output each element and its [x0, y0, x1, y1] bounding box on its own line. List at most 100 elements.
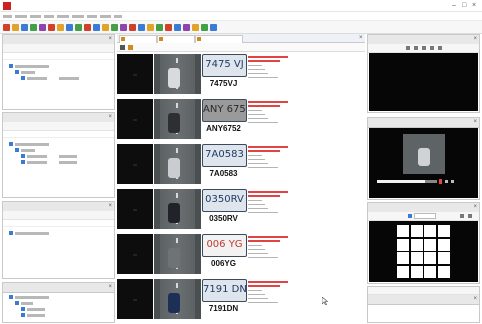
toolbar-button-1[interactable] — [3, 24, 10, 31]
toolbar-icon[interactable] — [460, 214, 464, 218]
layout-icon[interactable] — [408, 214, 412, 218]
toolbar-button-20[interactable] — [174, 24, 181, 31]
video-cell[interactable] — [424, 225, 436, 237]
toolbar-button-11[interactable] — [93, 24, 100, 31]
video-cell[interactable] — [410, 238, 423, 251]
toolbar-button-9[interactable] — [75, 24, 82, 31]
video-cell[interactable] — [410, 252, 423, 264]
toolbar-button-21[interactable] — [183, 24, 190, 31]
video-cell[interactable] — [410, 265, 423, 278]
live-video-view[interactable] — [369, 53, 478, 111]
next-icon[interactable] — [451, 180, 454, 183]
toolbar-button-14[interactable] — [120, 24, 127, 31]
video-thumbnail[interactable]: ▭ — [117, 279, 153, 319]
video-cell[interactable] — [424, 265, 436, 278]
menu-item-7[interactable] — [87, 15, 97, 18]
tree-item[interactable] — [21, 302, 33, 305]
video-cell[interactable] — [437, 238, 450, 251]
tree-item[interactable] — [15, 296, 49, 299]
tree-node-icon[interactable] — [15, 301, 19, 305]
tree-node-icon[interactable] — [21, 76, 25, 80]
video-cell[interactable] — [410, 225, 423, 237]
tree-item[interactable] — [27, 314, 45, 317]
toolbar-button-16[interactable] — [138, 24, 145, 31]
toolbar-button-5[interactable] — [39, 24, 46, 31]
video-thumbnail[interactable]: ▭ — [117, 99, 153, 139]
video-cell[interactable] — [437, 225, 450, 237]
tree-node-icon[interactable] — [9, 231, 13, 235]
tree-node-icon[interactable] — [21, 154, 25, 158]
close-icon[interactable]: × — [473, 118, 477, 127]
close-icon[interactable]: × — [473, 35, 477, 44]
menu-item-1[interactable] — [3, 15, 12, 18]
tree-item[interactable] — [15, 232, 49, 235]
video-thumbnail[interactable]: ▭ — [117, 234, 153, 274]
plate-crop-image[interactable]: 7A0583 — [202, 144, 247, 167]
video-cell[interactable] — [397, 252, 409, 264]
stop-icon[interactable] — [445, 180, 448, 183]
toolbar-button-17[interactable] — [147, 24, 154, 31]
toolbar-button-7[interactable] — [57, 24, 64, 31]
toolbar-icon[interactable] — [406, 46, 410, 50]
recognition-row[interactable]: ▭ 006 YG 006YG — [117, 232, 365, 276]
toolbar-button-6[interactable] — [48, 24, 55, 31]
plate-crop-image[interactable]: 7191 DN — [202, 279, 247, 302]
menu-item-6[interactable] — [72, 15, 84, 18]
vehicle-image[interactable] — [154, 144, 201, 184]
video-cell[interactable] — [437, 265, 450, 278]
toolbar-icon[interactable] — [414, 46, 418, 50]
toolbar-button-22[interactable] — [192, 24, 199, 31]
tree-item[interactable] — [27, 77, 47, 80]
tree-node-icon[interactable] — [15, 148, 19, 152]
camera-icon[interactable] — [21, 313, 25, 317]
video-thumbnail[interactable]: ▭ — [117, 54, 153, 94]
menu-item-3[interactable] — [30, 15, 41, 18]
toolbar-icon[interactable] — [438, 46, 442, 50]
tree-node-icon[interactable] — [9, 64, 13, 68]
toolbar-icon[interactable] — [422, 46, 426, 50]
vehicle-image[interactable] — [154, 189, 201, 229]
video-cell[interactable] — [397, 265, 409, 278]
tree-node-icon[interactable] — [21, 160, 25, 164]
tree-item[interactable] — [21, 149, 35, 152]
video-cell[interactable] — [424, 238, 436, 251]
settings-icon[interactable] — [128, 45, 133, 50]
close-icon[interactable]: × — [473, 203, 477, 212]
toolbar-button-3[interactable] — [21, 24, 28, 31]
toolbar-button-15[interactable] — [129, 24, 136, 31]
toolbar-icon[interactable] — [468, 214, 472, 218]
vehicle-image[interactable] — [154, 99, 201, 139]
close-icon[interactable]: × — [108, 202, 112, 211]
toolbar-button-18[interactable] — [156, 24, 163, 31]
menu-item-9[interactable] — [114, 15, 122, 18]
recognition-row[interactable]: ▭ 7475 VJ 7475VJ — [117, 52, 365, 96]
toolbar-button-24[interactable] — [210, 24, 217, 31]
toolbar-button-4[interactable] — [30, 24, 37, 31]
video-thumbnail[interactable]: ▭ — [117, 144, 153, 184]
plate-crop-image[interactable]: 006 YG — [202, 234, 247, 257]
close-icon[interactable]: × — [359, 35, 363, 42]
plate-crop-image[interactable]: 0350RV — [202, 189, 247, 212]
recognition-row[interactable]: ▭ 7A0583 7A0583 — [117, 142, 365, 186]
tree-item[interactable] — [27, 308, 45, 311]
close-icon[interactable]: × — [108, 35, 112, 44]
toolbar-button-2[interactable] — [12, 24, 19, 31]
filter-icon[interactable] — [120, 45, 125, 50]
tree-item[interactable] — [15, 143, 49, 146]
tree-node-icon[interactable] — [15, 70, 19, 74]
menu-item-4[interactable] — [44, 15, 54, 18]
tree-item[interactable] — [27, 155, 47, 158]
layout-select[interactable] — [414, 213, 436, 219]
tree-item[interactable] — [21, 71, 35, 74]
video-cell[interactable] — [437, 252, 450, 264]
camera-icon[interactable] — [21, 307, 25, 311]
vehicle-image[interactable] — [154, 279, 201, 319]
vehicle-image[interactable] — [154, 54, 201, 94]
tree-node-icon[interactable] — [9, 142, 13, 146]
maximize-icon[interactable]: □ — [462, 1, 466, 11]
tree-item[interactable] — [15, 65, 49, 68]
tree-node-icon[interactable] — [9, 295, 13, 299]
toolbar-button-19[interactable] — [165, 24, 172, 31]
toolbar-button-8[interactable] — [66, 24, 73, 31]
close-icon[interactable]: × — [108, 283, 112, 292]
